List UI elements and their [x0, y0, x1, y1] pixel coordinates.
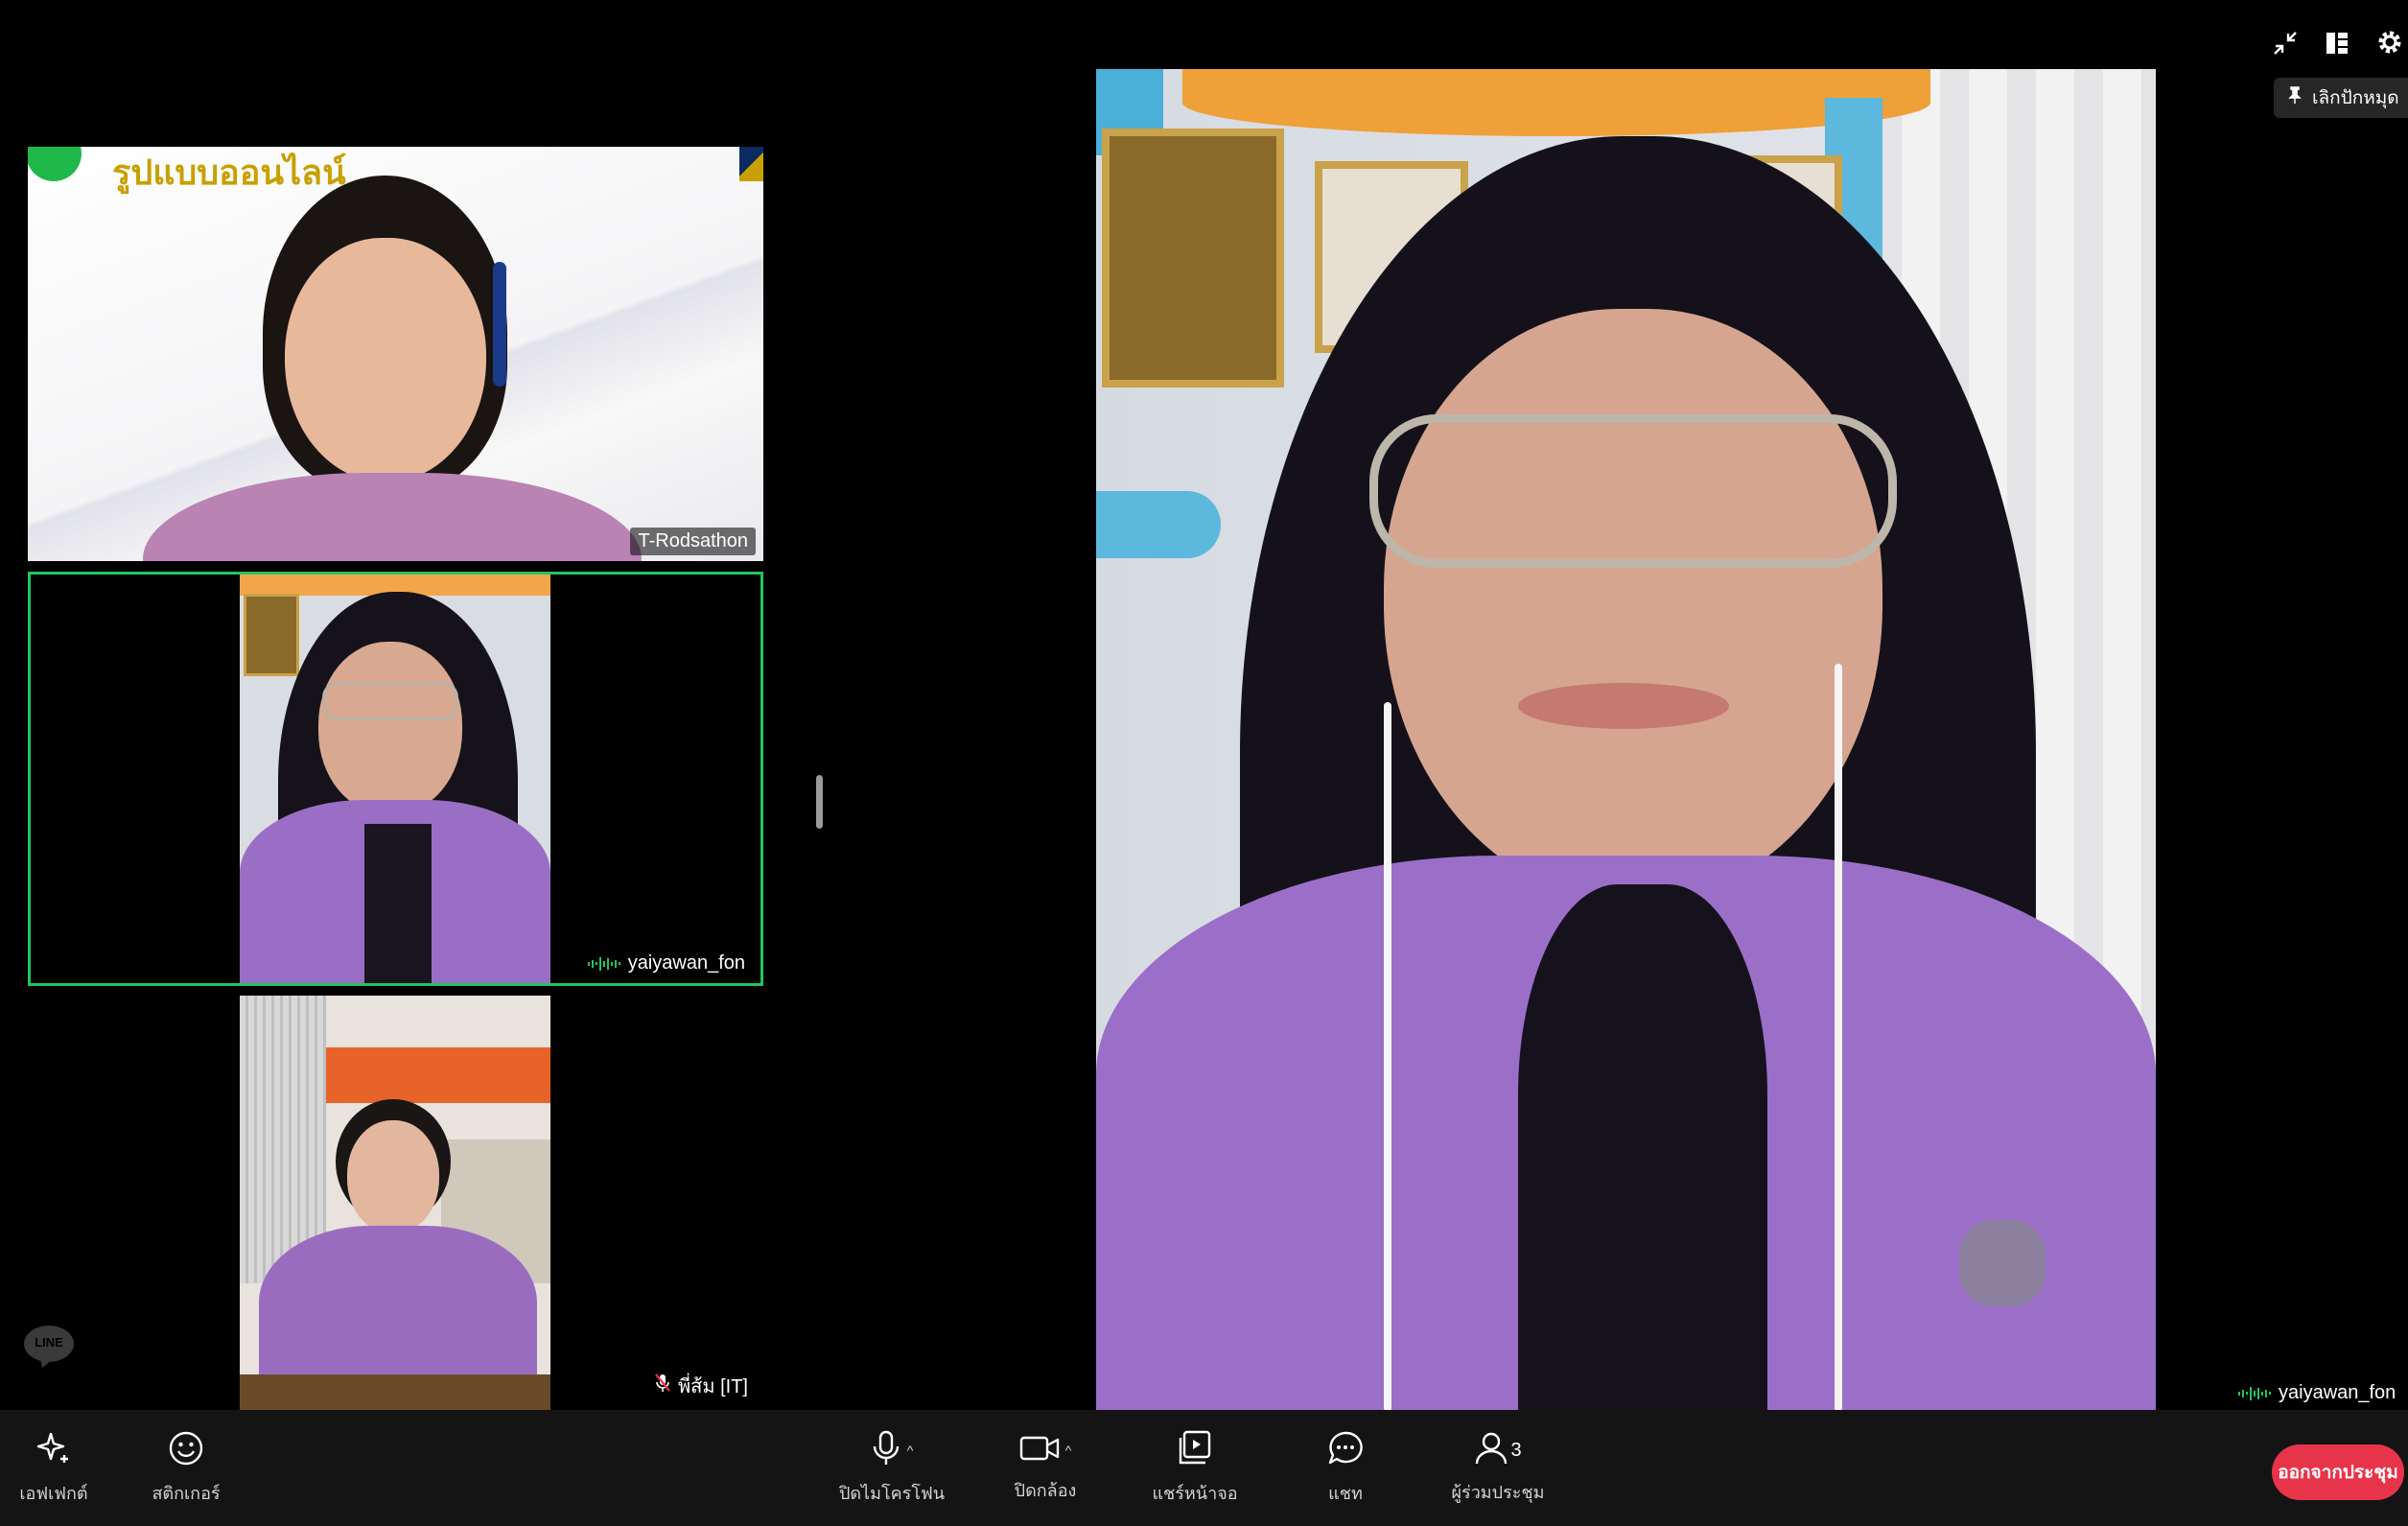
share-screen-icon: [1177, 1430, 1213, 1471]
participant-name: T-Rodsathon: [638, 530, 748, 552]
microphone-icon: [871, 1430, 901, 1471]
camera-label: ปิดกล้อง: [1014, 1480, 1077, 1500]
participant-tile[interactable]: พี่ส้ม [IT]: [28, 996, 763, 1410]
stickers-button[interactable]: สติกเกอร์: [144, 1410, 228, 1526]
main-video[interactable]: [1096, 69, 2156, 1410]
stickers-label: สติกเกอร์: [152, 1483, 221, 1503]
mic-muted-icon: [655, 1373, 670, 1398]
mic-label: ปิดไมโครโฟน: [838, 1483, 946, 1503]
person-neckline: [364, 824, 432, 983]
glasses-icon: [322, 682, 458, 720]
brooch: [1959, 1220, 2046, 1306]
desk: [240, 1374, 550, 1410]
video-camera-icon: [1019, 1433, 1060, 1468]
person-neckline: [1518, 884, 1767, 1410]
main-video-name: yaiyawan_fon: [2279, 1382, 2396, 1403]
person-icon: [1474, 1431, 1508, 1470]
participant-name: yaiyawan_fon: [627, 952, 745, 974]
participant-tile-active[interactable]: yaiyawan_fon: [28, 572, 763, 986]
pin-icon: [2287, 86, 2303, 109]
chat-button[interactable]: แชท: [1312, 1410, 1379, 1526]
earphone-cable-2: [1835, 664, 1842, 1410]
participant-name-tag: yaiyawan_fon: [579, 950, 753, 977]
video-feed: รูปแบบออนไลน์: [28, 147, 763, 561]
participant-tile[interactable]: รูปแบบออนไลน์ T-Rodsathon: [28, 147, 763, 561]
share-screen-label: แชร์หน้าจอ: [1152, 1483, 1238, 1503]
person-face: [318, 642, 462, 814]
layout-icon[interactable]: [2321, 27, 2353, 59]
person-face: [1384, 309, 1882, 904]
person-mouth: [1518, 683, 1729, 729]
chat-bubble-icon: [1327, 1430, 1364, 1471]
chat-label: แชท: [1328, 1483, 1363, 1503]
video-feed: [1096, 69, 2156, 1410]
gear-icon[interactable]: [2373, 25, 2407, 59]
person-body: [143, 473, 642, 561]
banner-text: รูปแบบออนไลน์: [112, 153, 346, 192]
line-logo: LINE: [23, 1325, 75, 1368]
orange-wall: [326, 1047, 550, 1103]
video-feed: [240, 996, 550, 1410]
effects-button[interactable]: เอฟเฟกต์: [13, 1410, 94, 1526]
smiley-icon: [168, 1430, 204, 1471]
participant-name-tag: พี่ส้ม [IT]: [646, 1368, 756, 1404]
participant-name: พี่ส้ม [IT]: [677, 1376, 748, 1397]
main-video-name-tag: yaiyawan_fon: [2238, 1382, 2396, 1404]
leave-meeting-button[interactable]: ออกจากประชุม: [2272, 1444, 2404, 1500]
collapse-arrows-icon[interactable]: [2269, 27, 2302, 59]
effects-label: เอฟเฟกต์: [19, 1483, 88, 1503]
participants-count: 3: [1510, 1439, 1522, 1461]
mic-button[interactable]: ^ ปิดไมโครโฟน: [839, 1410, 945, 1526]
portrait-frame: [1102, 129, 1284, 387]
participant-name-tag: T-Rodsathon: [630, 528, 756, 555]
earphone-cable: [1384, 702, 1391, 1410]
mic-options-caret-icon[interactable]: ^: [907, 1443, 914, 1458]
person-face: [347, 1120, 439, 1233]
unpin-label: เลิกปักหมุด: [2312, 88, 2399, 108]
panel-resize-handle[interactable]: [816, 775, 823, 829]
video-feed: [240, 575, 550, 983]
speaking-indicator-icon: [2238, 1386, 2271, 1400]
camera-options-caret-icon[interactable]: ^: [1065, 1443, 1072, 1458]
banner-corner: [739, 147, 763, 181]
person-face: [285, 238, 486, 482]
drape-orange: [1182, 69, 1930, 136]
line-logo-text: LINE: [35, 1335, 63, 1350]
app-badge: [28, 147, 82, 181]
share-screen-button[interactable]: แชร์หน้าจอ: [1149, 1410, 1241, 1526]
sparkle-icon: [35, 1430, 72, 1471]
unpin-button[interactable]: เลิกปักหมุด: [2274, 78, 2408, 118]
headset-icon: [493, 262, 506, 387]
meeting-toolbar: เอฟเฟกต์ สติกเกอร์ ^ ปิดไมโครโฟน ^ ปิดกล…: [0, 1410, 2408, 1526]
portrait-frame: [244, 594, 299, 676]
drape-blue-left: [1096, 491, 1221, 558]
glasses-icon: [1369, 414, 1897, 568]
speaking-indicator-icon: [587, 956, 620, 971]
participants-label: ผู้ร่วมประชุม: [1451, 1482, 1545, 1502]
camera-button[interactable]: ^ ปิดกล้อง: [997, 1410, 1093, 1526]
leave-meeting-label: ออกจากประชุม: [2278, 1463, 2398, 1483]
participants-button[interactable]: 3 ผู้ร่วมประชุม: [1450, 1410, 1546, 1526]
